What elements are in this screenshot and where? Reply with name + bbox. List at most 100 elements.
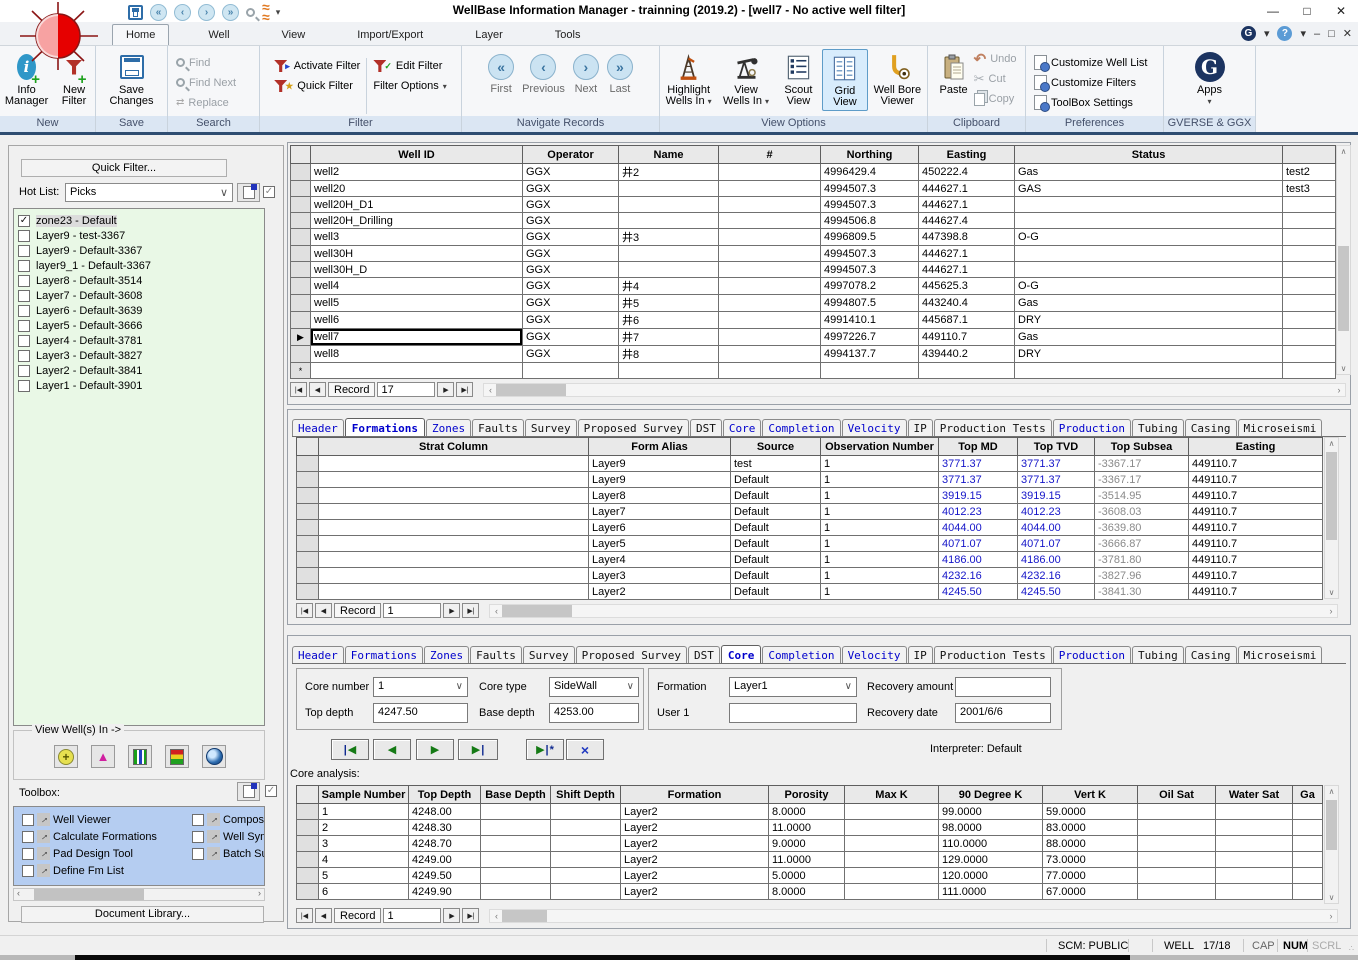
- hot-list-select[interactable]: Picks∨: [65, 183, 233, 202]
- view-in-map-button[interactable]: +: [54, 745, 78, 768]
- cell[interactable]: well20H_D1: [311, 197, 523, 213]
- cell[interactable]: Layer2: [621, 884, 769, 900]
- cell[interactable]: 1: [821, 584, 939, 600]
- cell[interactable]: 4994807.5: [821, 295, 919, 312]
- tab-completion[interactable]: Completion: [762, 419, 840, 436]
- cell[interactable]: 4044.00: [939, 520, 1018, 536]
- tab-tubing[interactable]: Tubing: [1132, 419, 1184, 436]
- cell[interactable]: [619, 213, 719, 229]
- search-icon[interactable]: [246, 8, 255, 17]
- maximize-button[interactable]: □: [1290, 0, 1324, 22]
- customize-filters-button[interactable]: Customize Filters: [1034, 73, 1136, 93]
- cell[interactable]: -3666.87: [1095, 536, 1189, 552]
- column-header-top-subsea[interactable]: Top Subsea: [1095, 438, 1189, 456]
- core-number-select[interactable]: 1∨: [373, 677, 468, 697]
- row-selector[interactable]: [291, 295, 311, 312]
- cell[interactable]: 11.0000: [769, 852, 845, 868]
- cell[interactable]: 4994137.7: [821, 346, 919, 363]
- cell[interactable]: well6: [311, 312, 523, 329]
- last-button[interactable]: »Last: [607, 54, 633, 95]
- cell[interactable]: 3771.37: [1018, 472, 1095, 488]
- column-header-vert-k[interactable]: Vert K: [1043, 786, 1138, 804]
- checkbox[interactable]: [18, 335, 30, 347]
- cell[interactable]: [1283, 329, 1336, 346]
- cell[interactable]: 110.0000: [939, 836, 1043, 852]
- scroll-right-icon[interactable]: ›: [1333, 385, 1345, 395]
- cell[interactable]: GGX: [523, 346, 619, 363]
- cell[interactable]: 5.0000: [769, 868, 845, 884]
- ribbon-tab-well[interactable]: Well: [195, 25, 242, 45]
- tab-faults[interactable]: Faults: [472, 419, 524, 436]
- apps-button[interactable]: G Apps▾: [1192, 49, 1228, 109]
- cell[interactable]: -3827.96: [1095, 568, 1189, 584]
- cell[interactable]: [1293, 804, 1323, 820]
- cell[interactable]: [719, 346, 821, 363]
- cell[interactable]: [845, 820, 939, 836]
- cell[interactable]: Default: [731, 472, 821, 488]
- cell[interactable]: [619, 363, 719, 379]
- cell[interactable]: [719, 164, 821, 181]
- cell[interactable]: [1015, 363, 1283, 379]
- cell[interactable]: 1: [821, 536, 939, 552]
- gverse-icon[interactable]: G: [1241, 26, 1256, 41]
- new-row-selector[interactable]: *: [291, 363, 311, 379]
- row-selector[interactable]: [297, 536, 319, 552]
- cell[interactable]: 4012.23: [1018, 504, 1095, 520]
- cell[interactable]: Layer2: [621, 852, 769, 868]
- toolbox-item[interactable]: →Well Viewer: [22, 811, 157, 828]
- column-header-oil-sat[interactable]: Oil Sat: [1138, 786, 1216, 804]
- scout-view-button[interactable]: Scout View: [775, 49, 822, 109]
- strat-column-swatch[interactable]: [319, 504, 589, 520]
- cell[interactable]: Layer8: [589, 488, 731, 504]
- core-new-button[interactable]: ▶|*: [526, 739, 564, 760]
- qat-dropdown-icon[interactable]: ▾: [276, 7, 281, 18]
- cell[interactable]: GGX: [523, 181, 619, 197]
- checkbox[interactable]: ✓: [18, 215, 30, 227]
- cell[interactable]: [619, 246, 719, 262]
- cell[interactable]: [1138, 820, 1216, 836]
- cell[interactable]: 4994507.3: [821, 262, 919, 278]
- cell[interactable]: GAS: [1015, 181, 1283, 197]
- cell[interactable]: [845, 852, 939, 868]
- cell[interactable]: well20: [311, 181, 523, 197]
- scroll-right-icon[interactable]: ›: [1325, 911, 1337, 921]
- cell[interactable]: 4248.70: [409, 836, 481, 852]
- cell[interactable]: [719, 278, 821, 295]
- cell[interactable]: O-G: [1015, 229, 1283, 246]
- checkbox[interactable]: [18, 260, 30, 272]
- column-header-shift-depth[interactable]: Shift Depth: [551, 786, 621, 804]
- cell[interactable]: 73.0000: [1043, 852, 1138, 868]
- cell[interactable]: 4991410.1: [821, 312, 919, 329]
- cell[interactable]: GGX: [523, 213, 619, 229]
- cell[interactable]: 4997226.7: [821, 329, 919, 346]
- quick-filter-button[interactable]: ★Quick Filter: [274, 76, 360, 96]
- tab-velocity[interactable]: Velocity: [842, 419, 907, 436]
- cell[interactable]: 8.0000: [769, 804, 845, 820]
- cell[interactable]: 59.0000: [1043, 804, 1138, 820]
- row-selector[interactable]: [297, 836, 319, 852]
- view-in-logs-button[interactable]: [128, 745, 152, 768]
- cell[interactable]: 449110.7: [919, 329, 1015, 346]
- cell[interactable]: -3367.17: [1095, 456, 1189, 472]
- cell[interactable]: [821, 363, 919, 379]
- cell[interactable]: 3: [319, 836, 409, 852]
- cell[interactable]: [719, 229, 821, 246]
- cell[interactable]: [619, 197, 719, 213]
- tab-completion[interactable]: Completion: [762, 646, 840, 663]
- activate-filter-button[interactable]: ▸Activate Filter: [274, 56, 360, 76]
- user1-input[interactable]: [729, 703, 857, 723]
- core-hscrollbar[interactable]: ‹›: [489, 909, 1338, 923]
- toolbox-item[interactable]: →Calculate Formations: [22, 828, 157, 845]
- cell[interactable]: well8: [311, 346, 523, 363]
- cell[interactable]: [719, 312, 821, 329]
- help-dropdown-icon[interactable]: ▾: [1300, 27, 1306, 40]
- save-icon[interactable]: [128, 5, 143, 20]
- cell[interactable]: [1283, 346, 1336, 363]
- paste-button[interactable]: Paste: [936, 49, 970, 98]
- cell[interactable]: Layer2: [621, 820, 769, 836]
- cell[interactable]: Default: [731, 520, 821, 536]
- cell[interactable]: 4245.50: [939, 584, 1018, 600]
- cell[interactable]: -3781.80: [1095, 552, 1189, 568]
- first-button[interactable]: «First: [488, 54, 514, 95]
- cell[interactable]: [1283, 363, 1336, 379]
